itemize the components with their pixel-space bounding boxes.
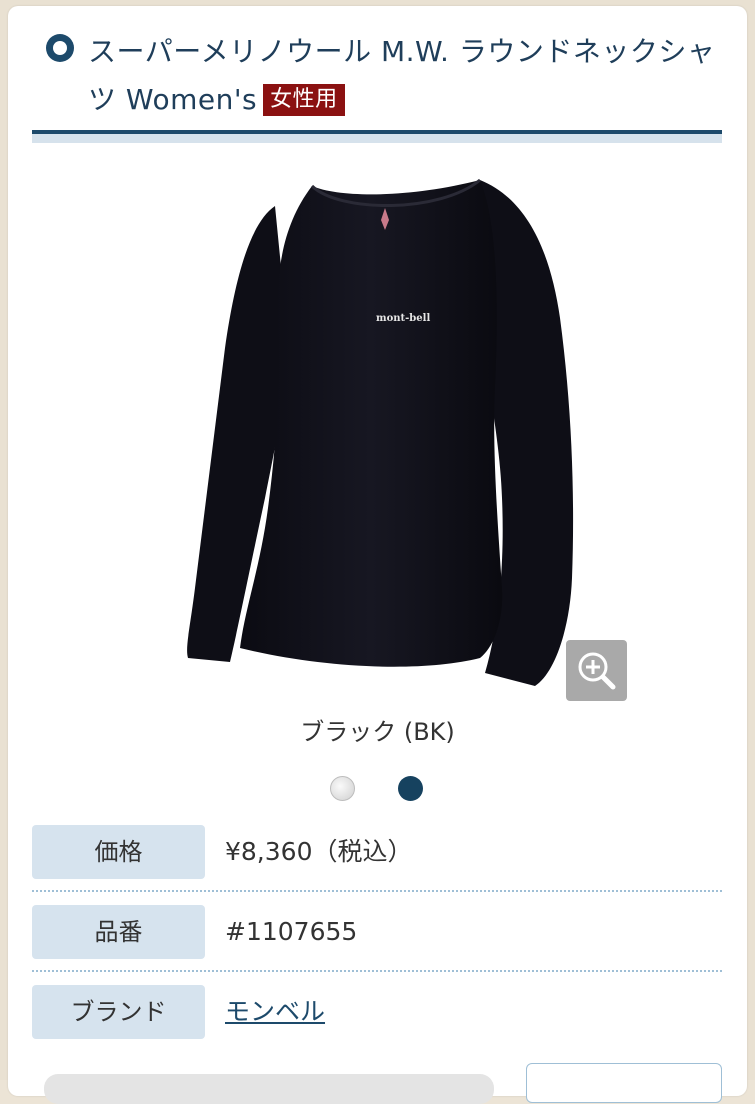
header-rule-shadow <box>32 134 722 143</box>
spec-row-price: 価格 ¥8,360（税込） <box>32 825 722 905</box>
spec-row-item-number: 品番 #1107655 <box>32 905 722 985</box>
zoom-button[interactable] <box>566 640 627 701</box>
shirt-logo: mont-bell <box>376 313 430 324</box>
spec-label-item-number: 品番 <box>32 905 205 959</box>
spec-value-item-number: #1107655 <box>225 917 358 946</box>
spec-row-brand: ブランド モンベル <box>32 985 722 1065</box>
action-button-partial[interactable] <box>526 1063 722 1103</box>
spec-value-price: ¥8,360（税込） <box>225 837 413 866</box>
selected-color-name: ブラック (BK) <box>300 718 455 746</box>
spec-label-brand: ブランド <box>32 985 205 1039</box>
spec-label-price: 価格 <box>32 825 205 879</box>
row-divider <box>32 890 722 892</box>
zoom-in-icon <box>578 652 616 690</box>
size-select-partial[interactable] <box>44 1074 494 1104</box>
color-swatch-light-gray[interactable] <box>330 776 355 801</box>
product-image[interactable]: mont-bell <box>180 168 580 693</box>
product-title: スーパーメリノウール M.W. ラウンドネックシャツ Women's 女性用 <box>88 28 728 124</box>
bullet-ring-icon <box>46 34 74 62</box>
row-divider <box>32 970 722 972</box>
product-title-text: スーパーメリノウール M.W. ラウンドネックシャツ Women's <box>88 35 716 116</box>
color-swatch-navy[interactable] <box>398 776 423 801</box>
page-frame: スーパーメリノウール M.W. ラウンドネックシャツ Women's 女性用 mo… <box>0 0 755 1104</box>
brand-link[interactable]: モンベル <box>225 985 325 1039</box>
gender-badge: 女性用 <box>263 84 345 116</box>
